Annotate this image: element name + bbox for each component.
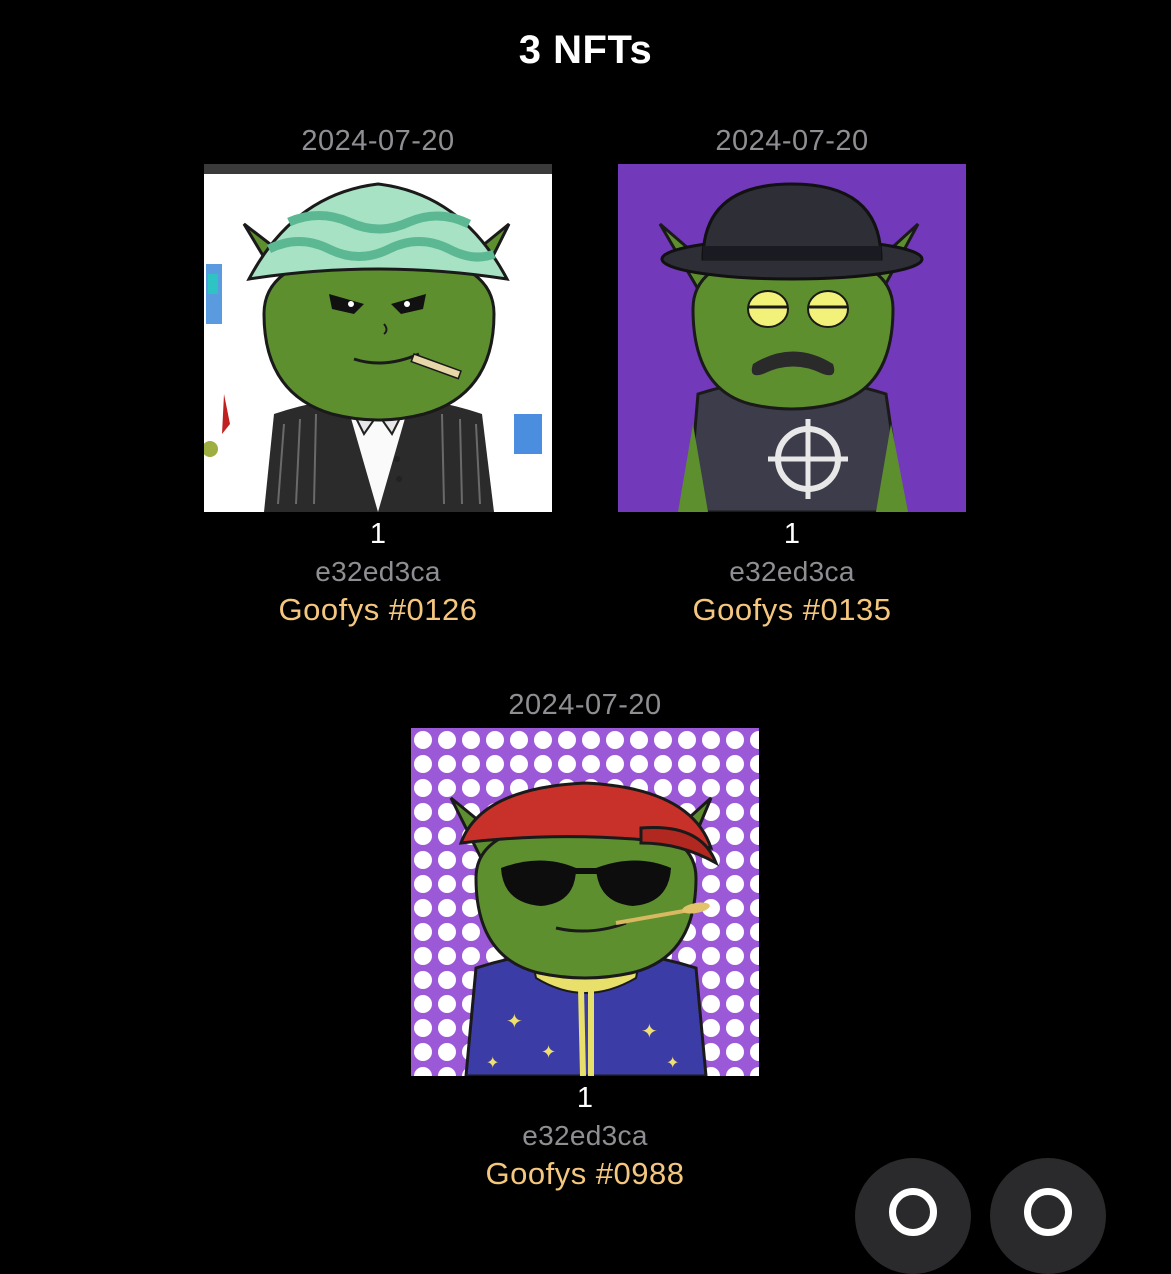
nft-date: 2024-07-20 xyxy=(715,125,869,157)
nft-image[interactable] xyxy=(204,164,552,512)
page-title: 3 NFTs xyxy=(518,28,653,72)
nft-name[interactable]: Goofys #0988 xyxy=(411,1154,759,1194)
nft-card[interactable]: 2024-07-20 1 e32ed3ca Goofys #0126 xyxy=(204,124,552,630)
nft-card[interactable]: 2024-07-20 ✦ ✦ ✦ ✦ ✦ 1 e32ed3ca Goofys #… xyxy=(411,688,759,1194)
search-icon xyxy=(1024,1188,1072,1236)
nft-quantity: 1 xyxy=(369,518,387,550)
search-button[interactable] xyxy=(990,1158,1106,1274)
nft-quantity: 1 xyxy=(576,1082,594,1114)
nft-quantity: 1 xyxy=(783,518,801,550)
nft-date: 2024-07-20 xyxy=(301,125,455,157)
nft-name[interactable]: Goofys #0126 xyxy=(204,590,552,630)
svg-text:✦: ✦ xyxy=(486,1053,499,1072)
nft-image[interactable] xyxy=(618,164,966,512)
nft-name[interactable]: Goofys #0135 xyxy=(618,590,966,630)
nft-date: 2024-07-20 xyxy=(508,689,662,721)
refresh-button[interactable] xyxy=(855,1158,971,1274)
svg-text:✦: ✦ xyxy=(541,1042,556,1063)
refresh-icon xyxy=(889,1188,937,1236)
nft-policy-id: e32ed3ca xyxy=(315,556,441,587)
svg-text:✦: ✦ xyxy=(506,1009,523,1033)
svg-text:✦: ✦ xyxy=(641,1019,658,1043)
nft-policy-id: e32ed3ca xyxy=(522,1120,648,1151)
goblin-mushroom-hat-image xyxy=(204,164,552,512)
svg-text:✦: ✦ xyxy=(666,1053,679,1072)
nft-policy-id: e32ed3ca xyxy=(729,556,855,587)
goblin-red-cap-image: ✦ ✦ ✦ ✦ ✦ xyxy=(411,728,759,1076)
goblin-bowler-hat-image xyxy=(618,164,966,512)
nft-image[interactable]: ✦ ✦ ✦ ✦ ✦ xyxy=(411,728,759,1076)
nft-card[interactable]: 2024-07-20 1 e32ed3ca Goofys #0135 xyxy=(618,124,966,630)
